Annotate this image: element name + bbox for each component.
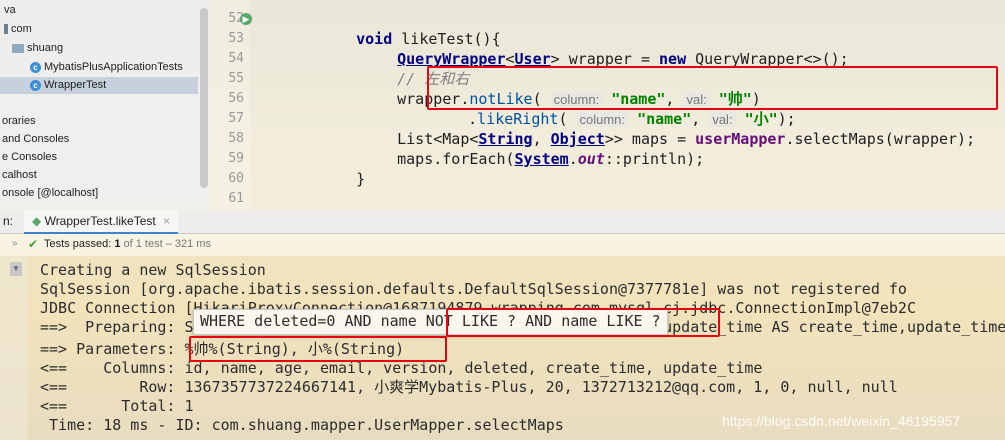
- test-status-text: Tests passed: 1 of 1 test – 321 ms: [44, 238, 211, 250]
- code-line-58: maps.forEach(System.out::println);: [361, 129, 704, 168]
- tree-item-label: com: [11, 23, 32, 35]
- code-token: out: [577, 150, 605, 168]
- code-line-56: .likeRight( column: "name", val: "小");: [432, 89, 796, 128]
- run-panel-label: n:: [3, 214, 14, 228]
- code-token: <: [505, 50, 515, 68]
- tree-item-localhost[interactable]: calhost: [2, 167, 37, 184]
- tree-item-wrappertest[interactable]: c WrapperTest: [0, 77, 198, 94]
- line-number: 57: [228, 111, 244, 126]
- chevron-right-icon[interactable]: »: [12, 238, 18, 249]
- tree-item-label: MybatisPlusApplicationTests: [44, 61, 183, 73]
- line-number: 54: [228, 51, 244, 66]
- tree-item-label: onsole [@localhost]: [2, 187, 99, 199]
- code-token: ::println);: [604, 150, 705, 168]
- code-token: userMapper: [695, 130, 786, 148]
- check-icon: ✔: [28, 237, 39, 251]
- tree-item-mybatisplusapplicationtests[interactable]: c MybatisPlusApplicationTests: [30, 59, 183, 76]
- tree-item-label: calhost: [2, 169, 37, 181]
- tree-item-label: and Consoles: [2, 133, 70, 145]
- watermark: https://blog.csdn.net/weixin_46195957: [722, 413, 961, 429]
- console-toolbar: ▼: [0, 256, 28, 440]
- code-token: .selectMaps(wrapper);: [785, 130, 976, 148]
- code-token: QueryWrapper<>();: [686, 50, 849, 68]
- console-line: ==> Parameters: %帅%(String), 小%(String): [40, 340, 405, 358]
- package-icon: [4, 24, 8, 35]
- code-token: maps.forEach(: [397, 150, 515, 168]
- tests-passed-label: Tests passed:: [44, 238, 112, 250]
- tree-item-console-localhost[interactable]: onsole [@localhost]: [2, 185, 98, 202]
- test-status-bar: » ✔ Tests passed: 1 of 1 test – 321 ms: [0, 234, 1005, 256]
- line-number: 58: [228, 131, 244, 146]
- tests-total: of 1 test: [123, 238, 163, 250]
- folder-icon: [12, 43, 24, 53]
- line-number: 53: [228, 31, 244, 46]
- tab-label: WrapperTest.likeTest: [44, 214, 156, 228]
- tree-item-java[interactable]: va: [4, 2, 16, 19]
- line-number: 61: [228, 191, 244, 206]
- close-icon[interactable]: ×: [163, 214, 170, 228]
- tree-item-label: va: [4, 4, 16, 16]
- code-line-53: QueryWrapper<User> wrapper = new QueryWr…: [361, 29, 849, 68]
- console-line: <== Total: 1: [40, 397, 194, 415]
- tree-scrollbar[interactable]: [200, 8, 208, 188]
- run-tool-window-header: n: ◆ WrapperTest.likeTest ×: [0, 210, 1005, 234]
- console-line: Creating a new SqlSession: [40, 261, 266, 279]
- console-line: <== Columns: id, name, age, email, versi…: [40, 359, 763, 377]
- tree-item-label: e Consoles: [2, 151, 58, 163]
- tree-item-database-consoles[interactable]: e Consoles: [2, 149, 57, 166]
- code-line-55: wrapper.notLike( column: "name", val: "帅…: [361, 69, 761, 108]
- tests-duration: – 321 ms: [165, 238, 211, 250]
- console-line: SqlSession [org.apache.ibatis.session.de…: [40, 280, 907, 298]
- sql-tooltip: WHERE deleted=0 AND name NOT LIKE ? AND …: [193, 309, 668, 335]
- tab-wrappertest-liketest[interactable]: ◆ WrapperTest.likeTest ×: [24, 210, 179, 234]
- code-line-59: }: [320, 149, 365, 188]
- tree-item-libraries[interactable]: oraries: [2, 113, 36, 130]
- code-token: System: [514, 150, 569, 168]
- console-line: <== Row: 1367357737224667141, 小爽学Mybatis…: [40, 378, 898, 396]
- code-line-57: List<Map<String, Object>> maps = userMap…: [361, 109, 975, 148]
- line-number: 56: [228, 91, 244, 106]
- run-config-icon: ◆: [32, 214, 42, 228]
- tests-passed-count: 1: [114, 238, 121, 250]
- tree-item-shuang[interactable]: shuang: [12, 40, 63, 57]
- scroll-to-end-icon[interactable]: ▼: [10, 262, 22, 276]
- tree-item-label: WrapperTest: [44, 79, 107, 91]
- tree-item-label: shuang: [27, 42, 64, 54]
- code-token: .: [568, 150, 578, 168]
- project-tree-panel: va com shuang c MybatisPlusApplicationTes…: [0, 0, 210, 210]
- java-class-icon: c: [30, 79, 41, 91]
- tree-item-scratches-consoles[interactable]: and Consoles: [2, 131, 69, 148]
- console-line: Time: 18 ms - ID: com.shuang.mapper.User…: [40, 416, 564, 434]
- line-number-gutter: 52 53 54 55 56 57 58 59 60 61: [210, 0, 250, 210]
- tree-item-label: oraries: [2, 115, 36, 127]
- line-number: 60: [228, 171, 244, 186]
- code-editor[interactable]: 52 53 54 55 56 57 58 59 60 61 ▶ void lik…: [210, 0, 1005, 210]
- code-line-52: void likeTest(){: [320, 9, 501, 48]
- code-token: User: [514, 50, 551, 68]
- code-token: new: [659, 50, 687, 68]
- java-class-icon: c: [30, 61, 41, 73]
- run-test-icon[interactable]: ▶: [240, 13, 252, 25]
- tree-item-com[interactable]: com: [4, 21, 32, 38]
- code-token: > wrapper =: [550, 50, 660, 68]
- line-number: 59: [228, 151, 244, 166]
- line-number: 55: [228, 71, 244, 86]
- code-line-54: // 左和右: [361, 49, 469, 88]
- code-token: }: [356, 170, 366, 188]
